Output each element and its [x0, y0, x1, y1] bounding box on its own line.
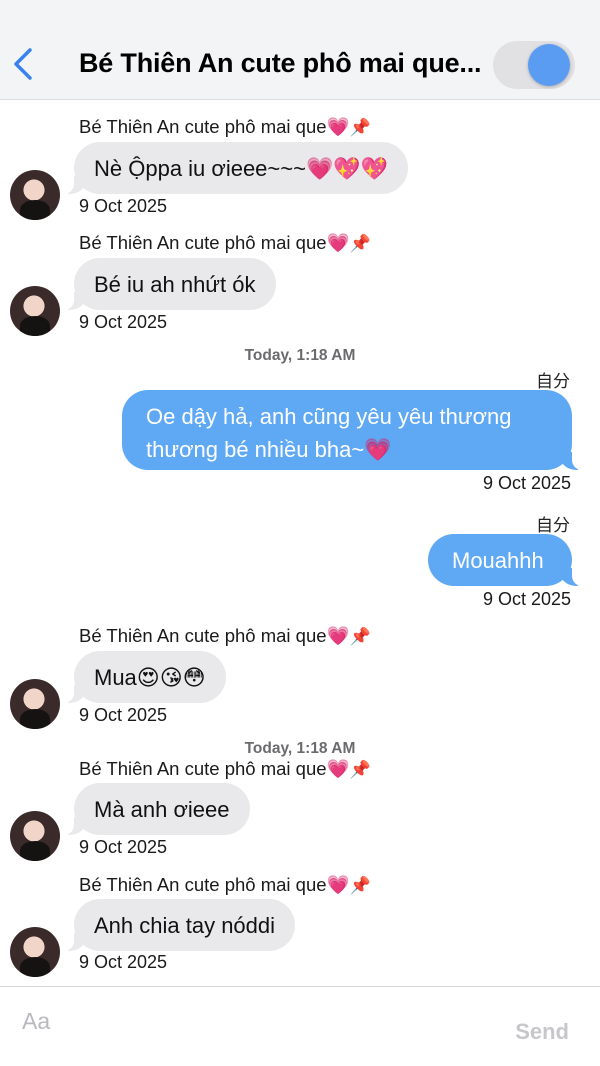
sender-name: Bé Thiên An cute phô mai que💗📌 — [79, 232, 371, 253]
pushpin-icon: 📌 — [349, 760, 371, 779]
avatar[interactable] — [10, 927, 60, 977]
avatar[interactable] — [10, 679, 60, 729]
back-button[interactable] — [10, 46, 36, 82]
incoming-message[interactable]: Anh chia tay nóddi — [63, 899, 296, 951]
sender-name: Bé Thiên An cute phô mai que💗📌 — [79, 874, 371, 895]
message-input[interactable] — [22, 1003, 462, 1039]
incoming-message[interactable]: Bé iu ah nhứt ók — [64, 258, 276, 310]
outgoing-message[interactable]: Oe dậy hả, anh cũng yêu yêu thương thươn… — [122, 390, 582, 470]
send-button[interactable]: Send — [515, 1019, 569, 1045]
message-date: 9 Oct 2025 — [79, 837, 168, 857]
sender-name: Bé Thiên An cute phô mai que💗📌 — [79, 116, 371, 137]
pushpin-icon: 📌 — [349, 118, 371, 137]
message-date: 9 Oct 2025 — [79, 196, 168, 216]
header-toggle[interactable] — [493, 41, 575, 89]
avatar[interactable] — [10, 811, 60, 861]
self-label: 自分 — [536, 516, 570, 535]
pushpin-icon: 📌 — [349, 876, 371, 895]
chat-header: Bé Thiên An cute phô mai que... — [0, 0, 600, 100]
avatar[interactable] — [10, 170, 60, 220]
sender-name: Bé Thiên An cute phô mai que💗📌 — [79, 625, 371, 646]
conversation-timestamp: Today, 1:18 AM — [244, 347, 356, 364]
incoming-message[interactable]: Mà anh ơieee — [64, 783, 250, 835]
self-label: 自分 — [536, 372, 570, 391]
sender-name: Bé Thiên An cute phô mai que💗📌 — [79, 758, 371, 779]
pushpin-icon: 📌 — [349, 627, 371, 646]
incoming-message[interactable]: Nè Ộppa iu ơieee~~~💗💖💖 — [63, 142, 409, 194]
message-date: 9 Oct 2025 — [79, 952, 168, 972]
avatar[interactable] — [10, 286, 60, 336]
message-date: 9 Oct 2025 — [482, 589, 571, 609]
message-composer: Send — [0, 986, 600, 1066]
message-thread[interactable]: Bé Thiên An cute phô mai que💗📌 Nè Ộppa i… — [0, 100, 600, 986]
message-date: 9 Oct 2025 — [482, 473, 571, 493]
outgoing-message[interactable]: Mouahhh — [428, 534, 582, 586]
message-date: 9 Oct 2025 — [79, 705, 168, 725]
incoming-message[interactable]: Mua😍😘😳 — [64, 651, 226, 703]
message-date: 9 Oct 2025 — [79, 312, 168, 332]
pushpin-icon: 📌 — [349, 234, 371, 253]
toggle-knob — [528, 44, 570, 86]
conversation-timestamp: Today, 1:18 AM — [244, 740, 356, 757]
chevron-left-icon — [14, 48, 32, 80]
conversation-title: Bé Thiên An cute phô mai que... — [79, 48, 482, 78]
